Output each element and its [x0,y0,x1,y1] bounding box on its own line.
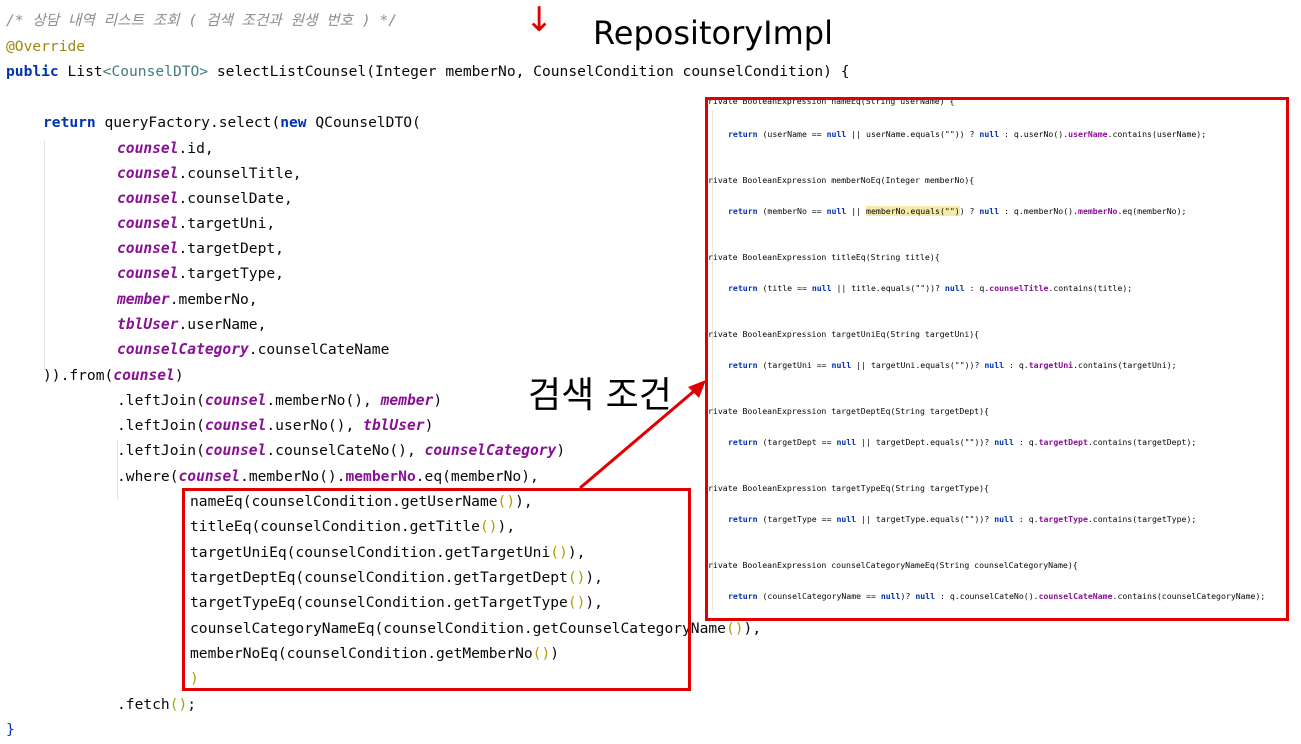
code-line: counsel.targetType, [117,265,284,282]
code-line: .leftJoin(counsel.counselCateNo(), couns… [117,442,566,459]
method-signature: public List<CounselDTO> selectListCounse… [6,63,850,80]
arrow-down-icon: ↓ [525,0,554,40]
panel-line: rivate BooleanExpression memberNoEq(Inte… [708,175,975,185]
code-line-return: return queryFactory.select(new QCounselD… [43,114,421,131]
panel-line: return (targetDept == null || targetDept… [728,437,1197,447]
panel-line: return (targetUni == null || targetUni.e… [728,360,1177,370]
search-condition-label: 검색 조건 [528,375,672,416]
code-line: .leftJoin(counsel.memberNo(), member) [117,392,443,409]
closing-brace: } [6,721,15,738]
panel-line: rivate BooleanExpression targetTypeEq(St… [708,483,989,493]
override-annotation: @Override [6,38,86,55]
code-line: counsel.counselTitle, [117,165,302,182]
repository-label: RepositoryImpl [593,14,833,52]
panel-line: return (memberNo == null || memberNo.equ… [728,206,1187,216]
code-line: .leftJoin(counsel.userNo(), tblUser) [117,417,434,434]
code-line: .where(counsel.memberNo().memberNo.eq(me… [117,468,539,485]
panel-line: return (targetType == null || targetType… [728,514,1197,524]
code-line: counsel.targetUni, [117,215,276,232]
panel-line: rivate BooleanExpression targetUniEq(Str… [708,329,980,339]
repository-impl-panel: rivate BooleanExpression nameEq(String u… [705,97,1289,621]
code-line: member.memberNo, [117,291,258,308]
panel-line: rivate BooleanExpression nameEq(String u… [708,97,955,106]
panel-line: return (title == null || title.equals(""… [728,283,1133,293]
code-comment: /* 상담 내역 리스트 조회 ( 검색 조건과 원생 번호 ) */ [6,12,398,29]
code-line: .fetch(); [117,696,197,713]
condition-highlight-box [182,488,691,691]
code-line: )).from(counsel) [43,367,184,384]
panel-line: return (counselCategoryName == null)? nu… [728,591,1266,601]
panel-line: rivate BooleanExpression titleEq(String … [708,252,940,262]
panel-line: rivate BooleanExpression counselCategory… [708,560,1078,570]
code-line: counsel.counselDate, [117,190,293,207]
panel-line: rivate BooleanExpression targetDeptEq(St… [708,406,989,416]
panel-line: return (userName == null || userName.equ… [728,129,1207,139]
indent-guide [44,140,45,370]
code-line: counselCategory.counselCateName [117,341,390,358]
code-line: tblUser.userName, [117,316,267,333]
code-line: counsel.targetDept, [117,240,284,257]
code-line: counsel.id, [117,140,214,157]
